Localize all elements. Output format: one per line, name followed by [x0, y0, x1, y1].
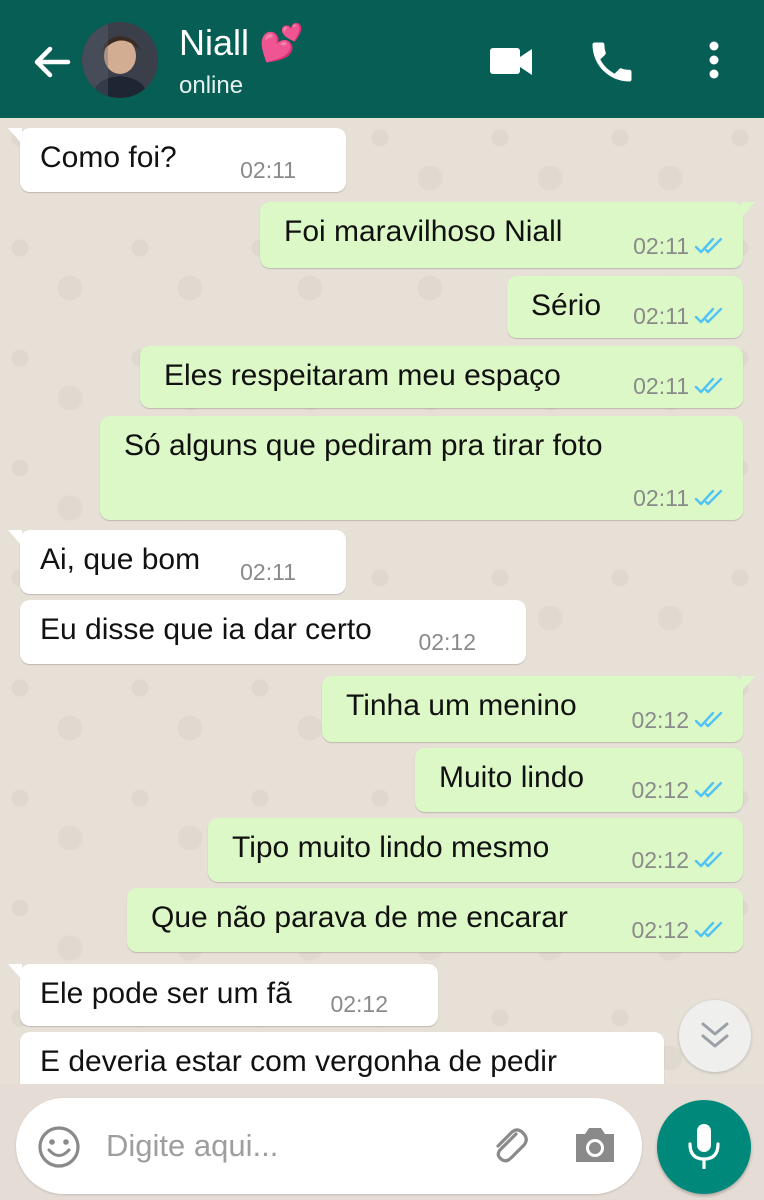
- phone-icon[interactable]: [586, 36, 638, 88]
- back-arrow-icon[interactable]: [30, 40, 74, 84]
- message-time: 02:11: [633, 372, 689, 399]
- message-list[interactable]: Como foi? 02:11 Foi maravilhoso Niall 02…: [0, 118, 764, 1084]
- message-text: Sério: [531, 289, 602, 322]
- message-text: E deveria estar com vergonha de pedir: [40, 1045, 557, 1078]
- message-text: Eu disse que ia dar certo: [40, 613, 372, 646]
- read-receipt-icon: [694, 377, 723, 394]
- read-receipt-icon: [694, 307, 723, 324]
- message-bubble-incoming[interactable]: Ai, que bom 02:11: [8, 530, 346, 594]
- message-time: 02:11: [633, 232, 689, 259]
- message-text: Ai, que bom: [40, 543, 201, 576]
- message-bubble-outgoing[interactable]: Eles respeitaram meu espaço 02:11: [140, 346, 743, 408]
- message-bubble-outgoing[interactable]: Sério 02:11: [507, 276, 743, 338]
- read-receipt-icon: [694, 781, 723, 798]
- message-input[interactable]: [106, 1120, 466, 1172]
- contact-name[interactable]: Niall 💕: [179, 22, 304, 64]
- message-time: 02:11: [240, 558, 296, 585]
- message-text: Tipo muito lindo mesmo: [232, 831, 550, 864]
- message-bubble-outgoing[interactable]: Que não parava de me encarar 02:12: [127, 888, 743, 952]
- double-chevron-down-icon: [701, 1022, 729, 1048]
- message-time: 02:11: [240, 156, 296, 183]
- message-text: Como foi?: [40, 141, 177, 174]
- voice-message-button[interactable]: [657, 1100, 751, 1194]
- message-text: Que não parava de me encarar: [151, 901, 568, 934]
- message-time: 02:11: [633, 302, 689, 329]
- message-text: Eles respeitaram meu espaço: [164, 359, 561, 392]
- chat-header: Niall 💕 online: [0, 0, 764, 118]
- read-receipt-icon: [694, 489, 723, 506]
- read-receipt-icon: [694, 711, 723, 728]
- message-composer: [16, 1098, 642, 1194]
- message-bubble-outgoing[interactable]: Muito lindo 02:12: [415, 748, 743, 812]
- scroll-to-bottom-button[interactable]: [679, 1000, 751, 1072]
- message-bubble-incoming[interactable]: Ele pode ser um fã 02:12: [8, 964, 438, 1026]
- camera-icon[interactable]: [570, 1120, 620, 1170]
- more-options-icon[interactable]: [688, 36, 740, 88]
- message-time: 02:11: [633, 484, 689, 511]
- attach-icon[interactable]: [486, 1122, 534, 1170]
- mic-icon: [688, 1124, 720, 1169]
- message-text: Tinha um menino: [346, 689, 577, 722]
- message-bubble-outgoing[interactable]: Tinha um menino 02:12: [322, 676, 755, 742]
- message-bubble-outgoing[interactable]: Só alguns que pediram pra tirar foto 02:…: [100, 416, 743, 520]
- message-time: 02:12: [631, 776, 689, 803]
- message-bubble-incoming[interactable]: Como foi? 02:11: [8, 128, 346, 192]
- message-bubble-incoming[interactable]: Eu disse que ia dar certo 02:12: [20, 600, 526, 664]
- emoji-icon[interactable]: [36, 1124, 82, 1170]
- read-receipt-icon: [694, 237, 723, 254]
- message-text: Muito lindo: [439, 761, 585, 794]
- message-bubble-incoming[interactable]: E deveria estar com vergonha de pedir: [20, 1032, 664, 1084]
- message-time: 02:12: [418, 628, 476, 655]
- message-text: Foi maravilhoso Niall: [284, 215, 563, 248]
- video-call-icon[interactable]: [486, 36, 538, 88]
- message-bubble-outgoing[interactable]: Foi maravilhoso Niall 02:11: [260, 202, 755, 268]
- message-time: 02:12: [631, 916, 689, 943]
- read-receipt-icon: [694, 851, 723, 868]
- contact-status: online: [179, 72, 244, 99]
- message-bubble-outgoing[interactable]: Tipo muito lindo mesmo 02:12: [208, 818, 743, 882]
- message-time: 02:12: [631, 706, 689, 733]
- message-text: Ele pode ser um fã: [40, 977, 292, 1010]
- message-text: Só alguns que pediram pra tirar foto: [124, 429, 603, 462]
- message-time: 02:12: [330, 990, 388, 1017]
- message-time: 02:12: [631, 846, 689, 873]
- avatar[interactable]: [82, 22, 158, 98]
- read-receipt-icon: [694, 921, 723, 938]
